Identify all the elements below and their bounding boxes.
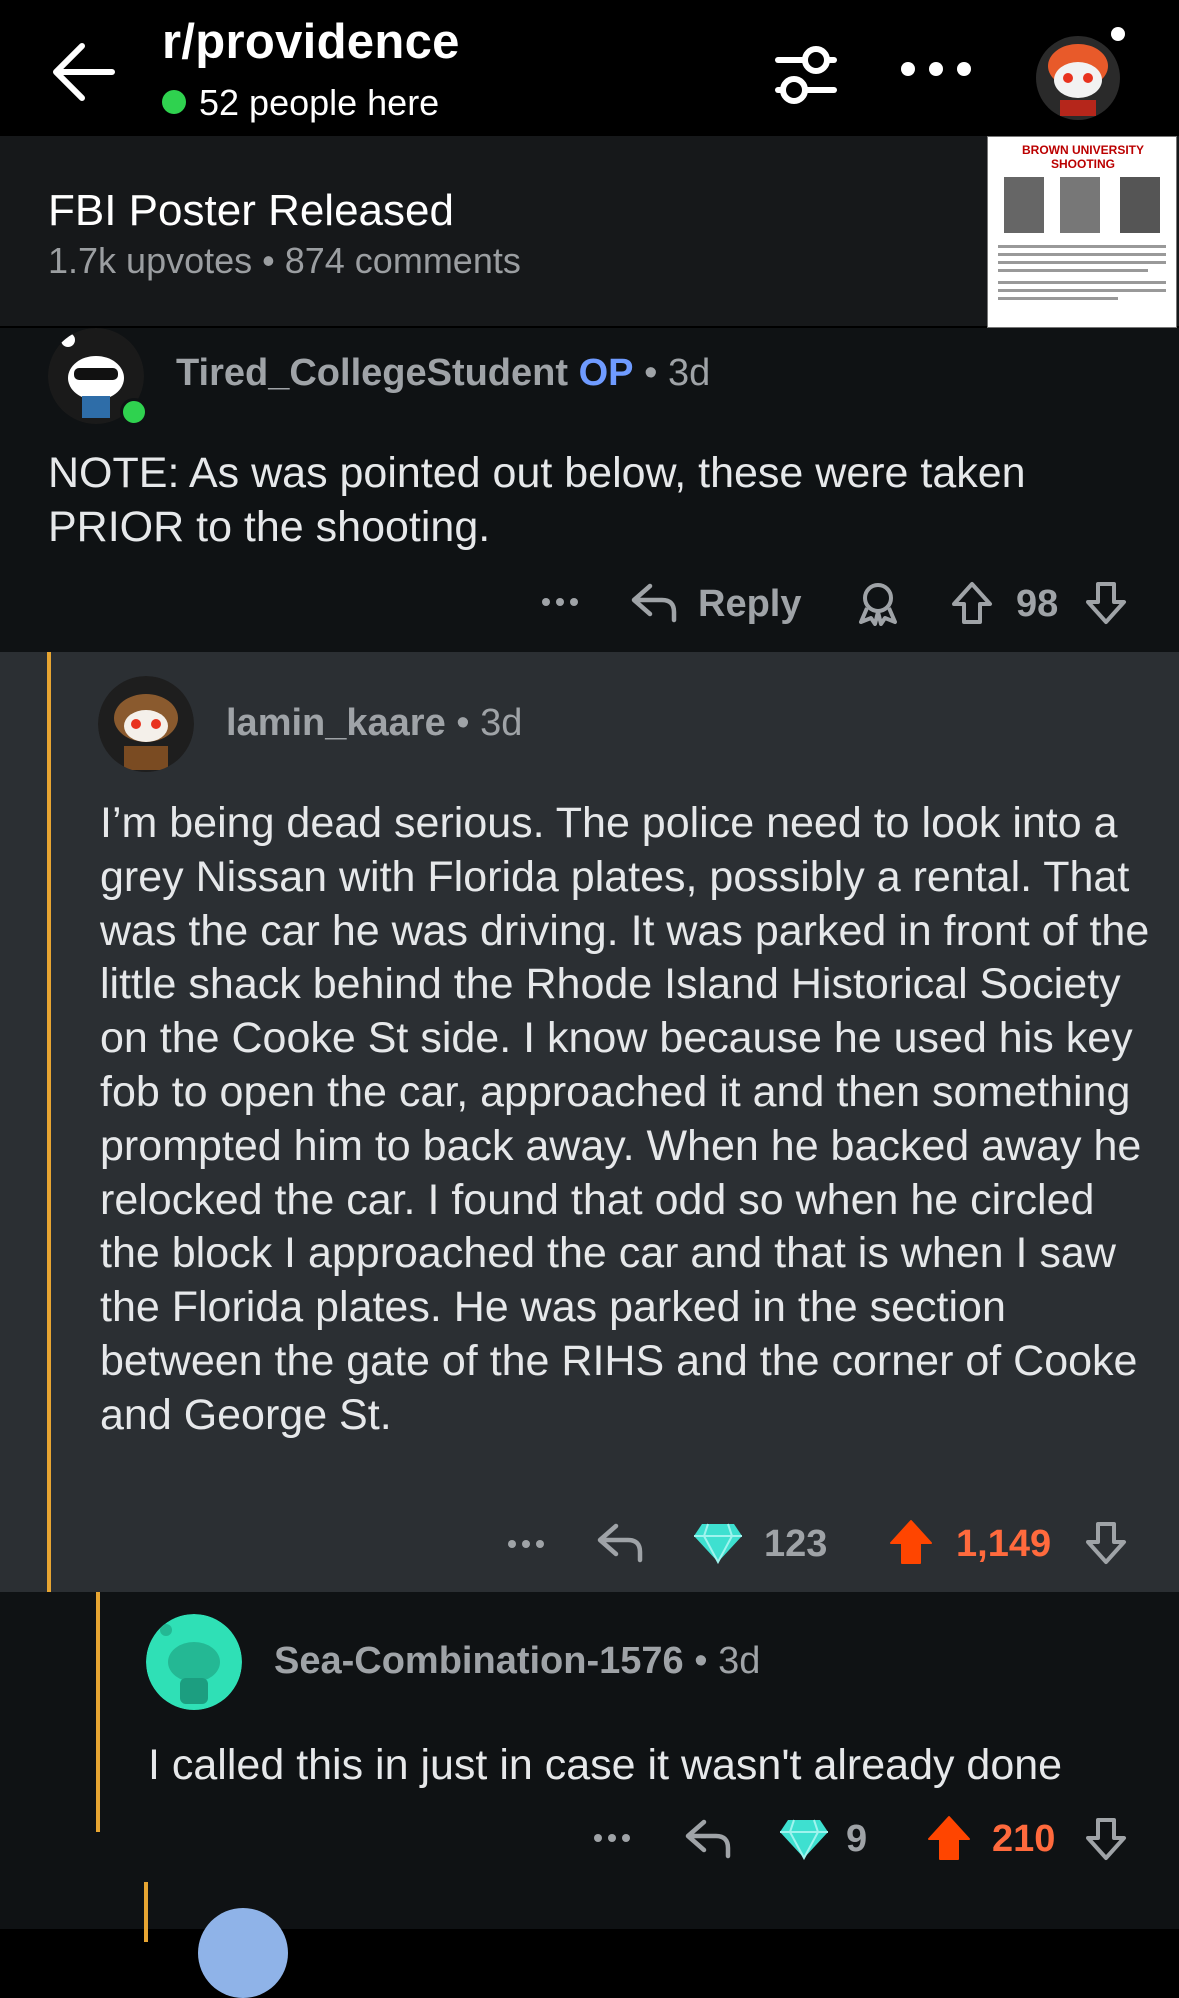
more-icon[interactable] xyxy=(896,54,976,84)
reply-icon[interactable] xyxy=(684,1816,732,1860)
vote-score: 98 xyxy=(1016,583,1059,625)
downvote-icon[interactable] xyxy=(1084,1520,1128,1566)
comment-header: Tired_CollegeStudent OP • 3d xyxy=(176,352,711,394)
filter-icon[interactable] xyxy=(770,40,842,112)
comment-body: I called this in just in case it wasn't … xyxy=(148,1741,1063,1789)
gem-count: 9 xyxy=(846,1818,868,1860)
avatar[interactable] xyxy=(146,1614,242,1710)
comment-age: 3d xyxy=(718,1640,761,1682)
online-indicator xyxy=(162,90,186,114)
post-stats: 1.7k upvotes • 874 comments xyxy=(48,240,521,281)
reply-icon[interactable] xyxy=(630,580,678,624)
reply-icon[interactable] xyxy=(596,1520,644,1564)
post-thumbnail[interactable]: BROWN UNIVERSITY SHOOTING xyxy=(987,136,1177,328)
comment-body: I’m being dead serious. The police need … xyxy=(100,799,1150,1439)
comment-age: 3d xyxy=(480,702,523,744)
subreddit-name[interactable]: r/providence xyxy=(162,14,460,70)
thread-line[interactable] xyxy=(144,1882,148,1942)
upvote-icon[interactable] xyxy=(950,580,994,626)
avatar[interactable] xyxy=(98,676,194,772)
more-icon[interactable] xyxy=(592,1828,632,1848)
op-badge: OP xyxy=(578,352,634,394)
more-icon[interactable] xyxy=(540,592,580,612)
online-indicator xyxy=(120,398,148,426)
downvote-icon[interactable] xyxy=(1084,580,1128,626)
gem-count: 123 xyxy=(764,1523,828,1565)
upvote-icon[interactable] xyxy=(926,1814,972,1862)
comment-header: lamin_kaare • 3d xyxy=(226,702,523,744)
vote-score: 210 xyxy=(992,1818,1056,1860)
user-avatar[interactable] xyxy=(1030,22,1130,122)
thread-line[interactable] xyxy=(96,1592,100,1832)
avatar[interactable] xyxy=(198,1908,288,1998)
downvote-icon[interactable] xyxy=(1084,1816,1128,1862)
comment-body: NOTE: As was pointed out below, these we… xyxy=(48,449,1026,551)
poster-image xyxy=(998,177,1166,300)
username[interactable]: Tired_CollegeStudent xyxy=(176,352,568,394)
upvote-icon[interactable] xyxy=(888,1518,934,1566)
back-arrow-icon[interactable] xyxy=(46,34,122,110)
award-icon[interactable] xyxy=(855,580,901,626)
username[interactable]: Sea-Combination-1576 xyxy=(274,1640,684,1682)
gem-icon[interactable] xyxy=(778,1816,830,1860)
comment-header: Sea-Combination-1576 • 3d xyxy=(274,1640,761,1682)
gem-icon[interactable] xyxy=(692,1520,744,1564)
comment-age: 3d xyxy=(667,352,711,394)
thread-line[interactable] xyxy=(47,652,51,1592)
online-count: 52 people here xyxy=(199,82,440,123)
vote-score: 1,149 xyxy=(956,1523,1052,1565)
reply-button[interactable]: Reply xyxy=(698,583,801,626)
username[interactable]: lamin_kaare xyxy=(226,702,446,744)
post-title[interactable]: FBI Poster Released xyxy=(48,186,454,236)
more-icon[interactable] xyxy=(506,1534,546,1554)
